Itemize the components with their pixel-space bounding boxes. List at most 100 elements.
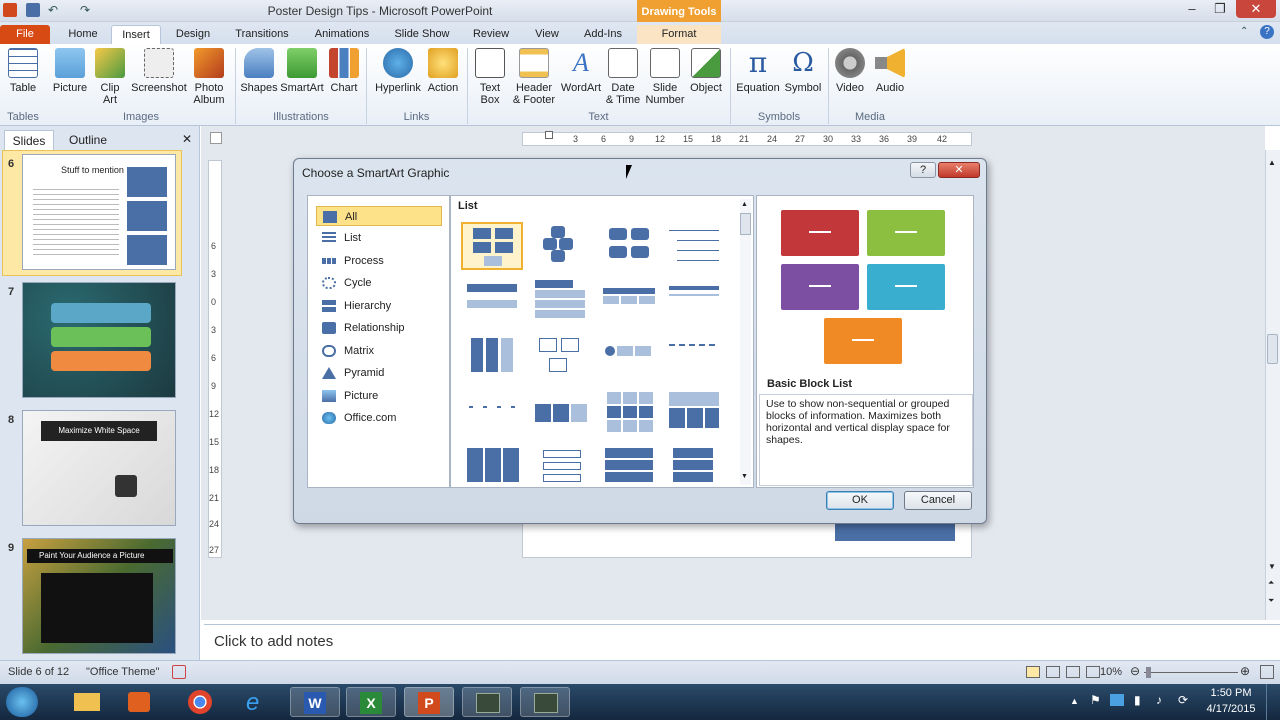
- layout-basic-block-list[interactable]: [461, 222, 523, 270]
- slide-shape[interactable]: [835, 523, 955, 541]
- recorder-taskbar-icon[interactable]: [462, 687, 512, 717]
- chart-button[interactable]: Chart: [326, 48, 362, 94]
- category-cycle[interactable]: Cycle: [316, 273, 442, 293]
- category-list-item[interactable]: List: [316, 228, 442, 248]
- next-slide-icon[interactable]: ⏷: [1268, 596, 1274, 606]
- sync-icon[interactable]: ⟳: [1178, 693, 1188, 707]
- internet-explorer-taskbar-icon[interactable]: e: [232, 687, 282, 717]
- slide-canvas[interactable]: [522, 520, 972, 558]
- slide-sorter-icon[interactable]: [1046, 666, 1060, 678]
- network-icon[interactable]: ▮: [1134, 693, 1141, 707]
- tab-add-ins[interactable]: Add-Ins: [576, 25, 630, 44]
- slide-show-icon[interactable]: [1086, 666, 1100, 678]
- layout-table-list[interactable]: [597, 278, 659, 326]
- category-relationship[interactable]: Relationship: [316, 318, 442, 338]
- layout-arrow-list[interactable]: [461, 390, 523, 438]
- excel-taskbar-icon[interactable]: X: [346, 687, 396, 717]
- reading-view-icon[interactable]: [1066, 666, 1080, 678]
- header-footer-button[interactable]: Header & Footer: [510, 48, 558, 106]
- gallery-scroll-up-icon[interactable]: ▲: [741, 201, 748, 208]
- table-button[interactable]: Table: [4, 48, 42, 94]
- help-icon[interactable]: ?: [1260, 25, 1274, 39]
- category-office-com[interactable]: Office.com: [316, 408, 442, 428]
- gallery-scroll-down-icon[interactable]: ▼: [741, 473, 748, 480]
- theme-name[interactable]: "Office Theme": [86, 666, 159, 678]
- scroll-down-icon[interactable]: ▼: [1268, 562, 1276, 571]
- word-taskbar-icon[interactable]: W: [290, 687, 340, 717]
- minimize-button[interactable]: –: [1178, 0, 1206, 18]
- category-process[interactable]: Process: [316, 251, 442, 271]
- zoom-out-icon[interactable]: ⊖: [1130, 664, 1140, 678]
- tab-animations[interactable]: Animations: [307, 25, 377, 44]
- scroll-up-icon[interactable]: ▲: [1268, 158, 1276, 167]
- tab-home[interactable]: Home: [58, 25, 108, 44]
- tab-outline[interactable]: Outline: [58, 130, 118, 150]
- gallery-scroll-thumb[interactable]: [740, 213, 751, 235]
- show-hidden-icons[interactable]: ▲: [1070, 696, 1079, 706]
- flag-icon[interactable]: ⚑: [1090, 693, 1101, 707]
- category-all[interactable]: All: [316, 206, 442, 226]
- smartart-button[interactable]: SmartArt: [280, 48, 324, 94]
- clock-time[interactable]: 1:50 PM: [1206, 687, 1256, 699]
- tab-format[interactable]: Format: [637, 25, 721, 44]
- tab-slide-show[interactable]: Slide Show: [388, 25, 456, 44]
- layout-segmented-list[interactable]: [663, 278, 725, 326]
- normal-view-icon[interactable]: [1026, 666, 1040, 678]
- layout-grid-list[interactable]: [597, 390, 659, 438]
- tab-slides[interactable]: Slides: [4, 130, 54, 150]
- shapes-button[interactable]: Shapes: [240, 48, 278, 94]
- start-button-icon[interactable]: [6, 687, 38, 717]
- capture-taskbar-icon[interactable]: [520, 687, 570, 717]
- tab-insert[interactable]: Insert: [111, 25, 161, 44]
- layout-circle-list[interactable]: [597, 334, 659, 382]
- date-time-button[interactable]: Date & Time: [604, 48, 642, 106]
- video-button[interactable]: Video: [832, 48, 868, 94]
- layout-horizontal-bullet-list[interactable]: [461, 278, 523, 326]
- layout-grouped-list[interactable]: [663, 390, 725, 438]
- audio-button[interactable]: Audio: [872, 48, 908, 94]
- category-hierarchy[interactable]: Hierarchy: [316, 296, 442, 316]
- zoom-level[interactable]: 10%: [1100, 666, 1122, 678]
- ok-button[interactable]: OK: [826, 491, 894, 510]
- photo-album-button[interactable]: Photo Album: [188, 48, 230, 106]
- tab-selector-icon[interactable]: [210, 132, 222, 144]
- show-desktop-button[interactable]: [1266, 684, 1280, 720]
- layout-stacked-list[interactable]: [529, 278, 591, 326]
- notes-pane[interactable]: Click to add notes: [204, 624, 1280, 660]
- minimize-ribbon-icon[interactable]: ⌃: [1240, 26, 1248, 37]
- screenshot-button[interactable]: Screenshot: [130, 48, 188, 94]
- dialog-close-button[interactable]: ✕: [938, 162, 980, 178]
- symbol-button[interactable]: Ω Symbol: [782, 48, 824, 94]
- media-player-taskbar-icon[interactable]: [114, 687, 164, 717]
- action-button[interactable]: Action: [424, 48, 462, 94]
- layout-picture-caption-list[interactable]: [461, 446, 523, 486]
- slide-thumbnail-9[interactable]: Paint Your Audience a Picture: [22, 538, 176, 654]
- category-matrix[interactable]: Matrix: [316, 341, 442, 361]
- layout-vertical-block-list[interactable]: [663, 446, 725, 486]
- cancel-button[interactable]: Cancel: [904, 491, 972, 510]
- slide-thumbnail-7[interactable]: [22, 282, 176, 398]
- dialog-help-button[interactable]: ?: [910, 162, 936, 178]
- slide-number-button[interactable]: Slide Number: [644, 48, 686, 106]
- tab-transitions[interactable]: Transitions: [229, 25, 295, 44]
- drive-icon[interactable]: [1110, 694, 1124, 706]
- maximize-button[interactable]: ❐: [1206, 0, 1234, 18]
- object-button[interactable]: Object: [688, 48, 724, 94]
- layout-lined-list[interactable]: [663, 222, 725, 270]
- category-picture[interactable]: Picture: [316, 386, 442, 406]
- vertical-scrollbar[interactable]: ▲ ▼ ⏶ ⏷: [1265, 150, 1280, 620]
- previous-slide-icon[interactable]: ⏶: [1268, 578, 1274, 588]
- layout-vertical-bullet-list[interactable]: [461, 334, 523, 382]
- explorer-taskbar-icon[interactable]: [62, 687, 112, 717]
- gallery-scrollbar[interactable]: ▲ ▼: [740, 199, 751, 485]
- zoom-in-icon[interactable]: ⊕: [1240, 664, 1250, 678]
- picture-button[interactable]: Picture: [50, 48, 90, 94]
- hyperlink-button[interactable]: Hyperlink: [372, 48, 424, 94]
- equation-button[interactable]: π Equation: [734, 48, 782, 95]
- spell-check-icon[interactable]: [172, 665, 186, 679]
- clip-art-button[interactable]: Clip Art: [94, 48, 126, 106]
- tab-design[interactable]: Design: [167, 25, 219, 44]
- chrome-taskbar-icon[interactable]: [176, 687, 226, 717]
- clock-date[interactable]: 4/17/2015: [1200, 703, 1262, 715]
- wordart-button[interactable]: A WordArt: [560, 48, 602, 94]
